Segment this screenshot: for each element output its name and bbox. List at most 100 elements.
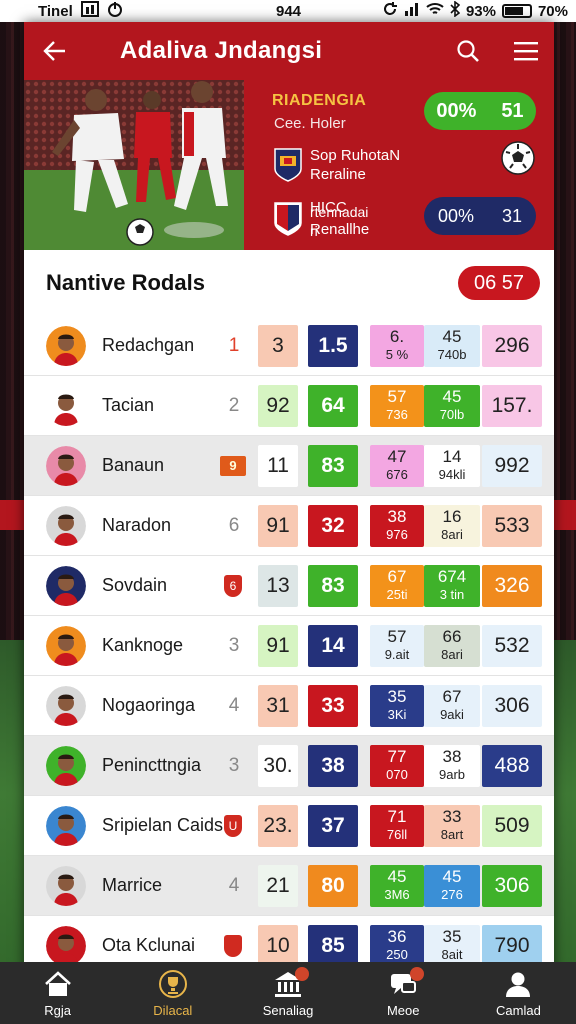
stat-cell-2: 85 xyxy=(308,924,358,967)
away-team[interactable]: HICC rtennadai ri Renallhe xyxy=(274,198,369,239)
table-row[interactable]: Nogaoringa 4 31 33 35 3Ki 67 9aki 306 xyxy=(24,676,554,736)
nav-label: Camlad xyxy=(496,1002,541,1018)
bank-icon xyxy=(273,966,309,999)
bluetooth-icon xyxy=(450,0,461,21)
stat-cell-1: 31 xyxy=(258,684,298,727)
stat-cell-4-bottom: 94kli xyxy=(438,466,466,482)
stat-cell-3-bottom: 736 xyxy=(386,406,408,422)
shield-icon: U xyxy=(224,814,242,837)
player-name: Tacian xyxy=(102,395,155,415)
stat-cell-3: 38 976 xyxy=(370,504,424,547)
stat-cell-3: 36 250 xyxy=(370,924,424,967)
shield-icon: 6 xyxy=(224,574,242,597)
nav-label: Rgja xyxy=(44,1002,71,1018)
search-button[interactable] xyxy=(454,37,482,65)
stat-cell-4-top: 45 xyxy=(442,326,462,346)
stat-cell-4-top: 16 xyxy=(442,506,462,526)
stat-cell-4: 35 8ait xyxy=(424,924,480,967)
stat-cell-1: 30. xyxy=(258,744,298,787)
nav-item-rgja[interactable]: Rgja xyxy=(0,962,115,1024)
stat-cell-3-bottom: 976 xyxy=(386,526,408,542)
stat-cell-5: 488 xyxy=(482,744,542,787)
back-button[interactable] xyxy=(24,22,84,80)
table-row[interactable]: Sovdain 6 13 83 67 25ti 674 3 tin 326 xyxy=(24,556,554,616)
stat-cell-4-top: 674 xyxy=(437,566,467,586)
rank-number: 4 xyxy=(228,874,240,896)
stat-cell-2: 1.5 xyxy=(308,324,358,367)
stat-cell-1: 91 xyxy=(258,624,298,667)
stat-cell-5: 326 xyxy=(482,564,542,607)
hero-subtitle: Cee. Holer xyxy=(274,115,346,132)
stat-cell-4-bottom: 740b xyxy=(437,346,467,362)
stat-cell-4: 45 70lb xyxy=(424,384,480,427)
stat-cell-4: 14 94kli xyxy=(424,444,480,487)
carrier-label: Tinel xyxy=(38,2,73,20)
stat-cell-2: 33 xyxy=(308,684,358,727)
profile-icon xyxy=(503,969,533,999)
avatar xyxy=(46,565,86,606)
battery-percent-right: 70% xyxy=(537,2,568,20)
nav-item-senaliag[interactable]: Senaliag xyxy=(230,962,345,1024)
table-row[interactable]: Banaun 9 11 83 47 676 14 94kli 992 xyxy=(24,436,554,496)
signal-icon xyxy=(404,2,420,20)
home-team[interactable]: Sop RuhotaN Reraline xyxy=(274,146,400,184)
rank-number: 6 xyxy=(228,514,240,536)
home-odds-pill[interactable]: 00% 51 xyxy=(424,92,536,130)
player-name: Kanknoge xyxy=(102,635,184,655)
menu-button[interactable] xyxy=(512,37,540,65)
avatar xyxy=(46,745,86,786)
table-row[interactable]: Marrice 4 21 80 45 3M6 45 276 306 xyxy=(24,856,554,916)
home-odds-percent: 00% xyxy=(436,99,477,122)
stat-cell-3-bottom: 3Ki xyxy=(387,706,407,722)
stat-cell-4: 67 9aki xyxy=(424,684,480,727)
stat-cell-3-bottom: 76ll xyxy=(386,826,408,842)
stat-cell-3-bottom: 250 xyxy=(386,946,408,962)
nav-item-meoe[interactable]: Meoe xyxy=(346,962,461,1024)
nav-label: Dilacal xyxy=(153,1002,193,1018)
sync-icon xyxy=(382,1,398,21)
player-name: Sovdain xyxy=(102,575,168,595)
stat-cell-1: 13 xyxy=(258,564,298,607)
stat-cell-2: 64 xyxy=(308,384,358,427)
table-row[interactable]: Penincttngia 3 30. 38 77 070 38 9arb 488 xyxy=(24,736,554,796)
avatar xyxy=(46,445,86,486)
hero-banner: RIADENGIA Cee. Holer 00% 51 Sop RuhotaN … xyxy=(24,80,554,250)
battery-icon xyxy=(501,4,532,18)
power-icon xyxy=(107,1,123,21)
rank-badge: 9 xyxy=(220,455,246,476)
table-row[interactable]: Naradon 6 91 32 38 976 16 8ari 533 xyxy=(24,496,554,556)
table-row[interactable]: Sripielan Caids U 23. 37 71 76ll 33 8art 509 xyxy=(24,796,554,856)
soccer-ball-icon xyxy=(501,141,535,175)
table-row[interactable]: Redachgan 1 3 1.5 6. 5 % 45 740b 296 xyxy=(24,316,554,376)
avatar xyxy=(46,625,86,666)
stat-cell-4: 38 9arb xyxy=(424,744,480,787)
table-row[interactable]: Tacian 2 92 64 57 736 45 70lb 157. xyxy=(24,376,554,436)
stat-cell-1: 21 xyxy=(258,864,298,907)
nav-item-dilacal[interactable]: Dilacal xyxy=(115,962,230,1024)
bottom-navigation: Rgja Dilacal Senaliag Meoe Camlad xyxy=(0,962,576,1024)
stat-cell-5: 992 xyxy=(482,444,542,487)
away-odds-pill[interactable]: 00% 31 xyxy=(424,197,536,235)
rank-number: 1 xyxy=(228,334,240,356)
rank-number: 4 xyxy=(228,694,240,716)
stat-cell-5: 306 xyxy=(482,864,542,907)
stat-cell-1: 23. xyxy=(258,804,298,847)
match-photo xyxy=(24,80,244,250)
stat-cell-2: 14 xyxy=(308,624,358,667)
stat-cell-3: 45 3M6 xyxy=(370,864,424,907)
stat-cell-4-top: 67 xyxy=(442,686,462,706)
avatar xyxy=(46,505,86,546)
table-row[interactable]: Kanknoge 3 91 14 57 9.ait 66 8ari 532 xyxy=(24,616,554,676)
stat-cell-3: 77 070 xyxy=(370,744,424,787)
stat-cell-2: 38 xyxy=(308,744,358,787)
app-header: Adaliva Jndangsi xyxy=(24,22,554,80)
nav-item-camlad[interactable]: Camlad xyxy=(461,962,576,1024)
stat-cell-4-top: 35 xyxy=(442,926,462,946)
stat-cell-3: 67 25ti xyxy=(370,564,424,607)
stat-cell-4: 45 276 xyxy=(424,864,480,907)
stat-cell-3: 71 76ll xyxy=(370,804,424,847)
score-badge[interactable]: 06 57 xyxy=(458,266,540,300)
player-name: Sripielan Caids xyxy=(102,815,224,835)
player-name: Ota Kclunai xyxy=(102,935,196,955)
home-icon xyxy=(43,969,73,999)
